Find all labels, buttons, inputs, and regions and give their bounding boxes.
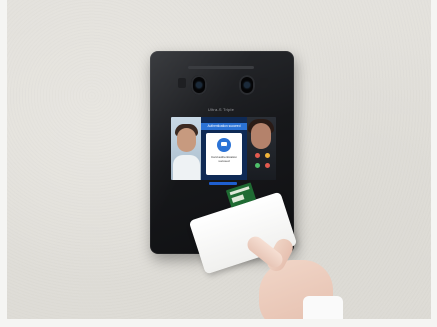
face-left-head [177, 128, 196, 152]
hand [244, 233, 343, 327]
face-image-left [171, 117, 201, 180]
frame-right [431, 0, 437, 327]
card-icon [217, 138, 231, 152]
face-image-right [247, 117, 276, 180]
camera-left-icon [191, 75, 207, 95]
auth-popup-text: Card authentication succeed [206, 155, 242, 163]
status-dot [265, 153, 270, 158]
frame-left [0, 0, 7, 327]
status-dot [255, 163, 260, 168]
ir-sensor-right [260, 78, 268, 88]
device-model-label: Ultra-S Triple [207, 107, 235, 112]
photo: Ultra-S Triple Authentication succeed Ca… [0, 0, 437, 327]
auth-banner: Authentication succeed [201, 123, 247, 130]
status-dot [255, 153, 260, 158]
device-screen: Authentication succeed Card authenticati… [171, 117, 276, 180]
ir-sensor-left [178, 78, 186, 88]
screen-indicator-bar [209, 182, 237, 185]
face-right-head [251, 123, 271, 149]
face-left-body [173, 155, 200, 180]
auth-popup-line-2: succeed [218, 158, 230, 163]
camera-right-icon [239, 75, 255, 95]
status-dot [265, 163, 270, 168]
frame-bottom [0, 319, 437, 327]
camera-strip [188, 66, 254, 69]
